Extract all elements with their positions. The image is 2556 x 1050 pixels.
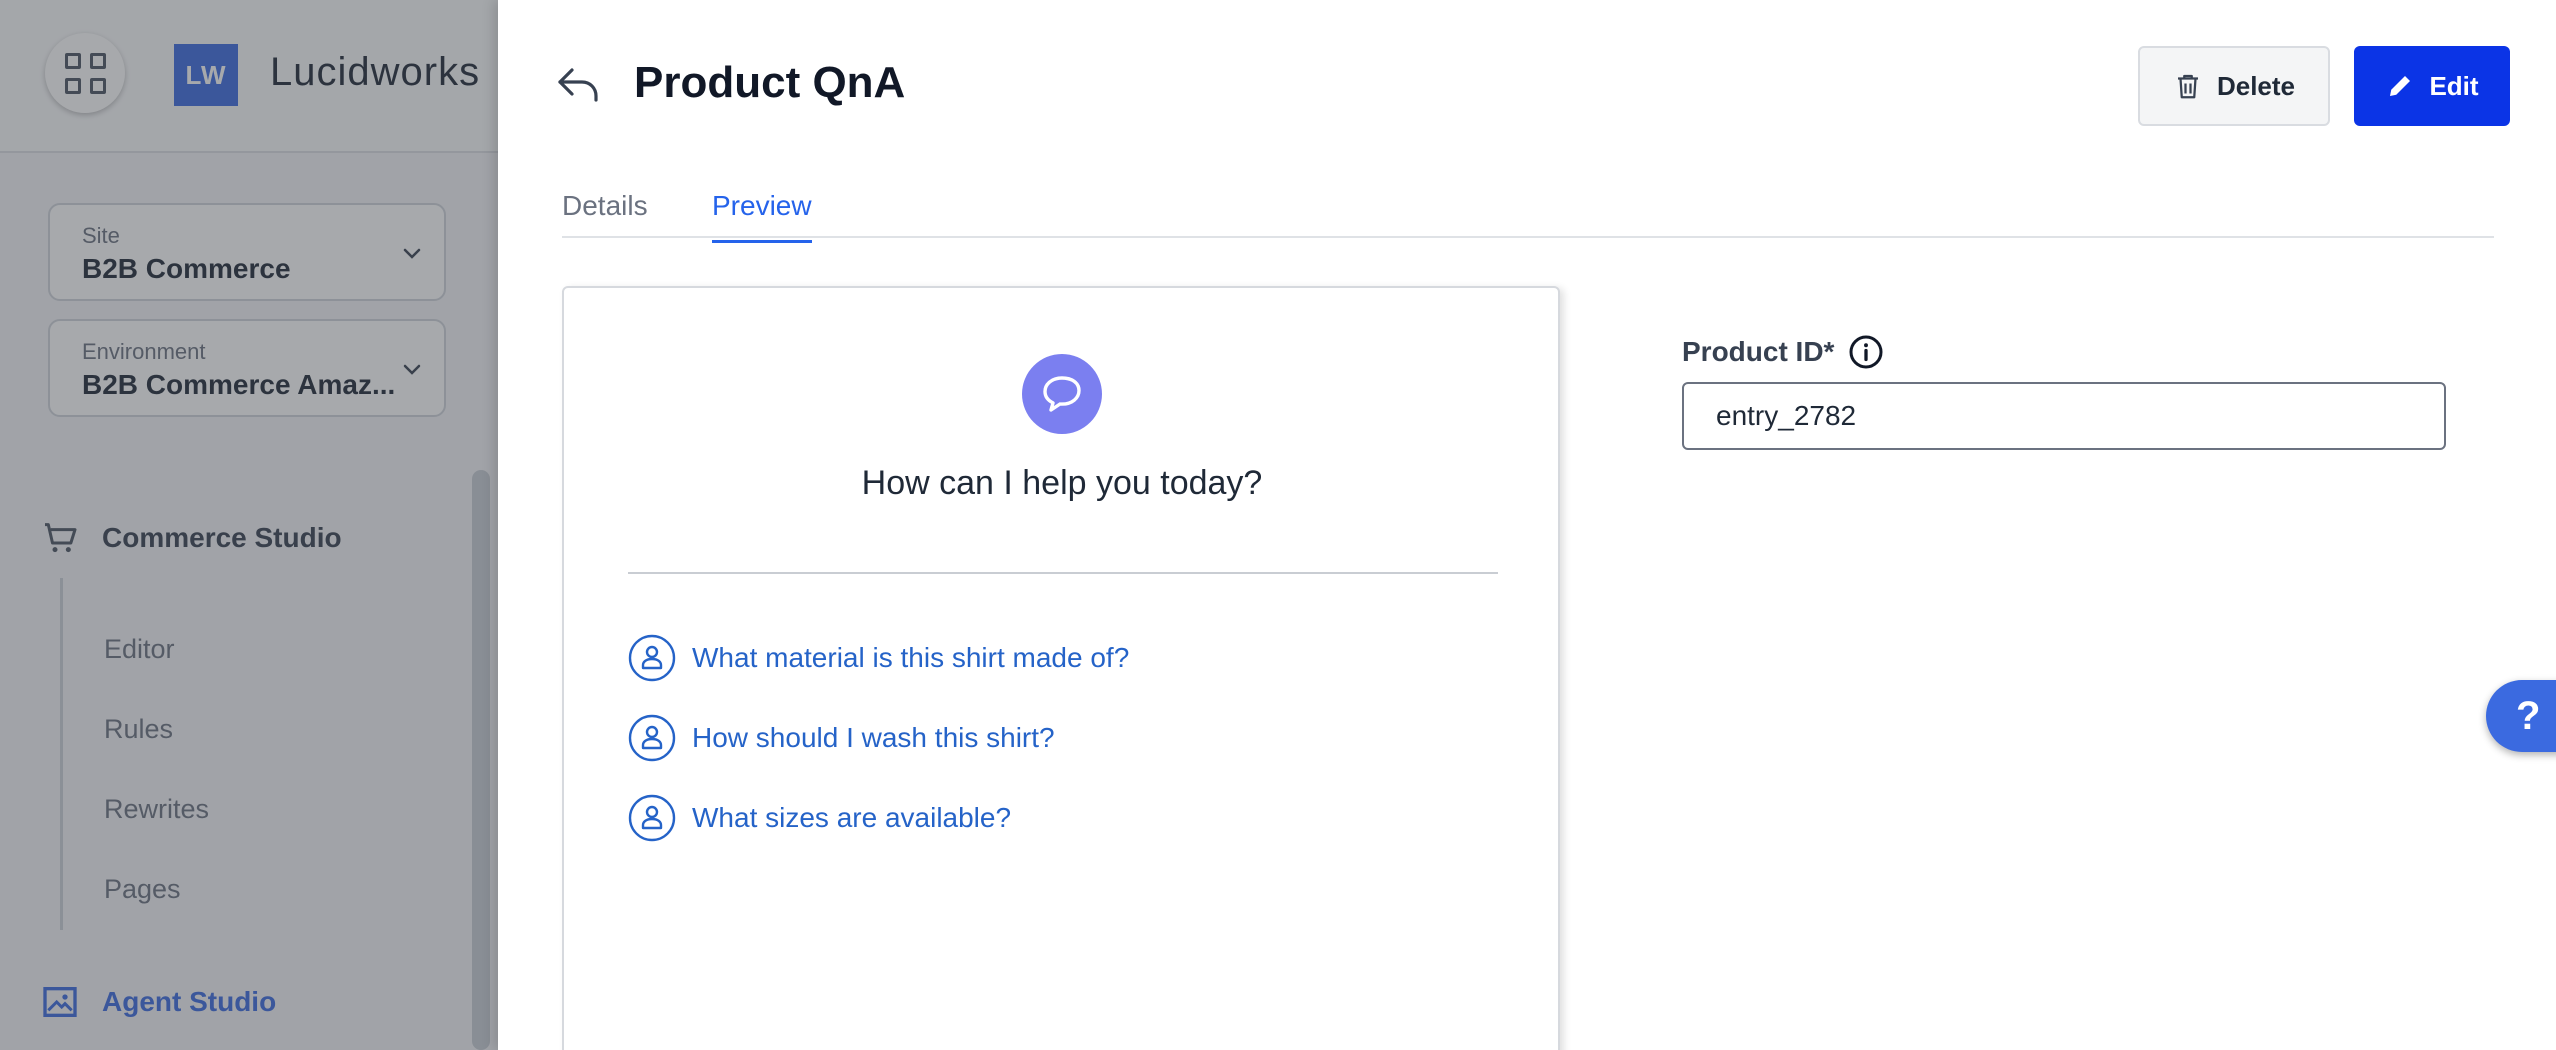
suggested-question-text: How should I wash this shirt? xyxy=(692,722,1055,753)
user-icon xyxy=(628,794,676,842)
chat-welcome-text: How can I help you today? xyxy=(861,464,1263,502)
trash-icon xyxy=(2177,74,2198,99)
edit-button[interactable]: Edit xyxy=(2354,46,2510,126)
user-icon xyxy=(628,714,676,762)
back-arrow-icon[interactable] xyxy=(552,58,604,110)
tab-bar: Details Preview xyxy=(562,170,2494,243)
chat-preview-card: How can I help you today? What material … xyxy=(562,286,1560,1050)
suggested-question[interactable]: What material is this shirt made of? xyxy=(628,634,1129,682)
product-id-label: Product ID* xyxy=(1682,334,1884,370)
tab-details[interactable]: Details xyxy=(562,190,648,240)
edit-button-label: Edit xyxy=(2429,70,2479,101)
delete-button[interactable]: Delete xyxy=(2138,46,2330,126)
tab-preview[interactable]: Preview xyxy=(712,190,812,243)
detail-panel: Product QnA Delete Edit Details Preview … xyxy=(498,0,2556,1050)
help-button[interactable]: ? xyxy=(2486,680,2556,752)
user-icon xyxy=(628,634,676,682)
modal-backdrop[interactable] xyxy=(0,0,498,1050)
page-title: Product QnA xyxy=(634,58,906,107)
suggested-question-text: What sizes are available? xyxy=(692,802,1012,833)
suggested-question-text: What material is this shirt made of? xyxy=(692,642,1130,673)
chat-bubble-icon xyxy=(1022,354,1102,434)
delete-button-label: Delete xyxy=(2216,70,2296,101)
info-icon[interactable] xyxy=(1848,334,1884,370)
divider xyxy=(628,572,1498,574)
pencil-icon xyxy=(2390,76,2411,96)
product-id-label-text: Product ID* xyxy=(1682,336,1835,367)
product-id-input[interactable] xyxy=(1682,382,2446,450)
suggested-question[interactable]: What sizes are available? xyxy=(628,794,1011,842)
suggested-question[interactable]: How should I wash this shirt? xyxy=(628,714,1055,762)
